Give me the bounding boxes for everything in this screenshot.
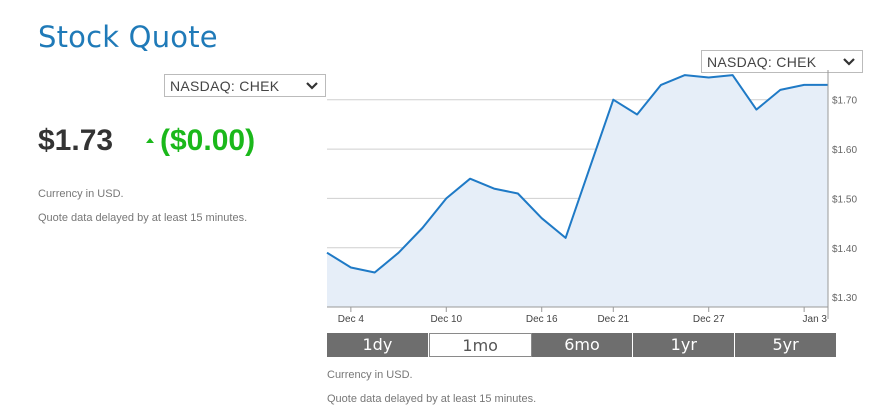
x-tick-label: Dec 10 bbox=[430, 314, 462, 325]
y-tick-label: $1.30 bbox=[832, 293, 857, 304]
chart-currency-note: Currency in USD. bbox=[327, 369, 413, 381]
x-tick-label: Dec 16 bbox=[526, 314, 558, 325]
x-tick-label: Jan 3 bbox=[803, 314, 828, 325]
range-selector: 1dy 1mo 6mo 1yr 5yr bbox=[327, 333, 836, 357]
price-chart: $1.30 $1.40 $1.50 $1.60 $1.70 Dec 4 Dec 10 Dec … bbox=[326, 70, 857, 325]
y-tick-label: $1.60 bbox=[832, 145, 857, 156]
x-tick-label: Dec 4 bbox=[338, 314, 365, 325]
y-tick-label: $1.70 bbox=[832, 96, 857, 107]
range-button-1yr[interactable]: 1yr bbox=[633, 333, 736, 357]
range-button-5yr[interactable]: 5yr bbox=[735, 333, 836, 357]
range-button-6mo[interactable]: 6mo bbox=[531, 333, 634, 357]
range-button-1dy[interactable]: 1dy bbox=[327, 333, 429, 357]
y-tick-label: $1.50 bbox=[832, 194, 857, 205]
y-tick-label: $1.40 bbox=[832, 244, 857, 255]
x-tick-label: Dec 27 bbox=[693, 314, 725, 325]
chart-delay-note: Quote data delayed by at least 15 minute… bbox=[327, 393, 537, 405]
range-button-1mo[interactable]: 1mo bbox=[428, 333, 532, 357]
x-tick-label: Dec 21 bbox=[597, 314, 629, 325]
price-area bbox=[327, 75, 828, 307]
